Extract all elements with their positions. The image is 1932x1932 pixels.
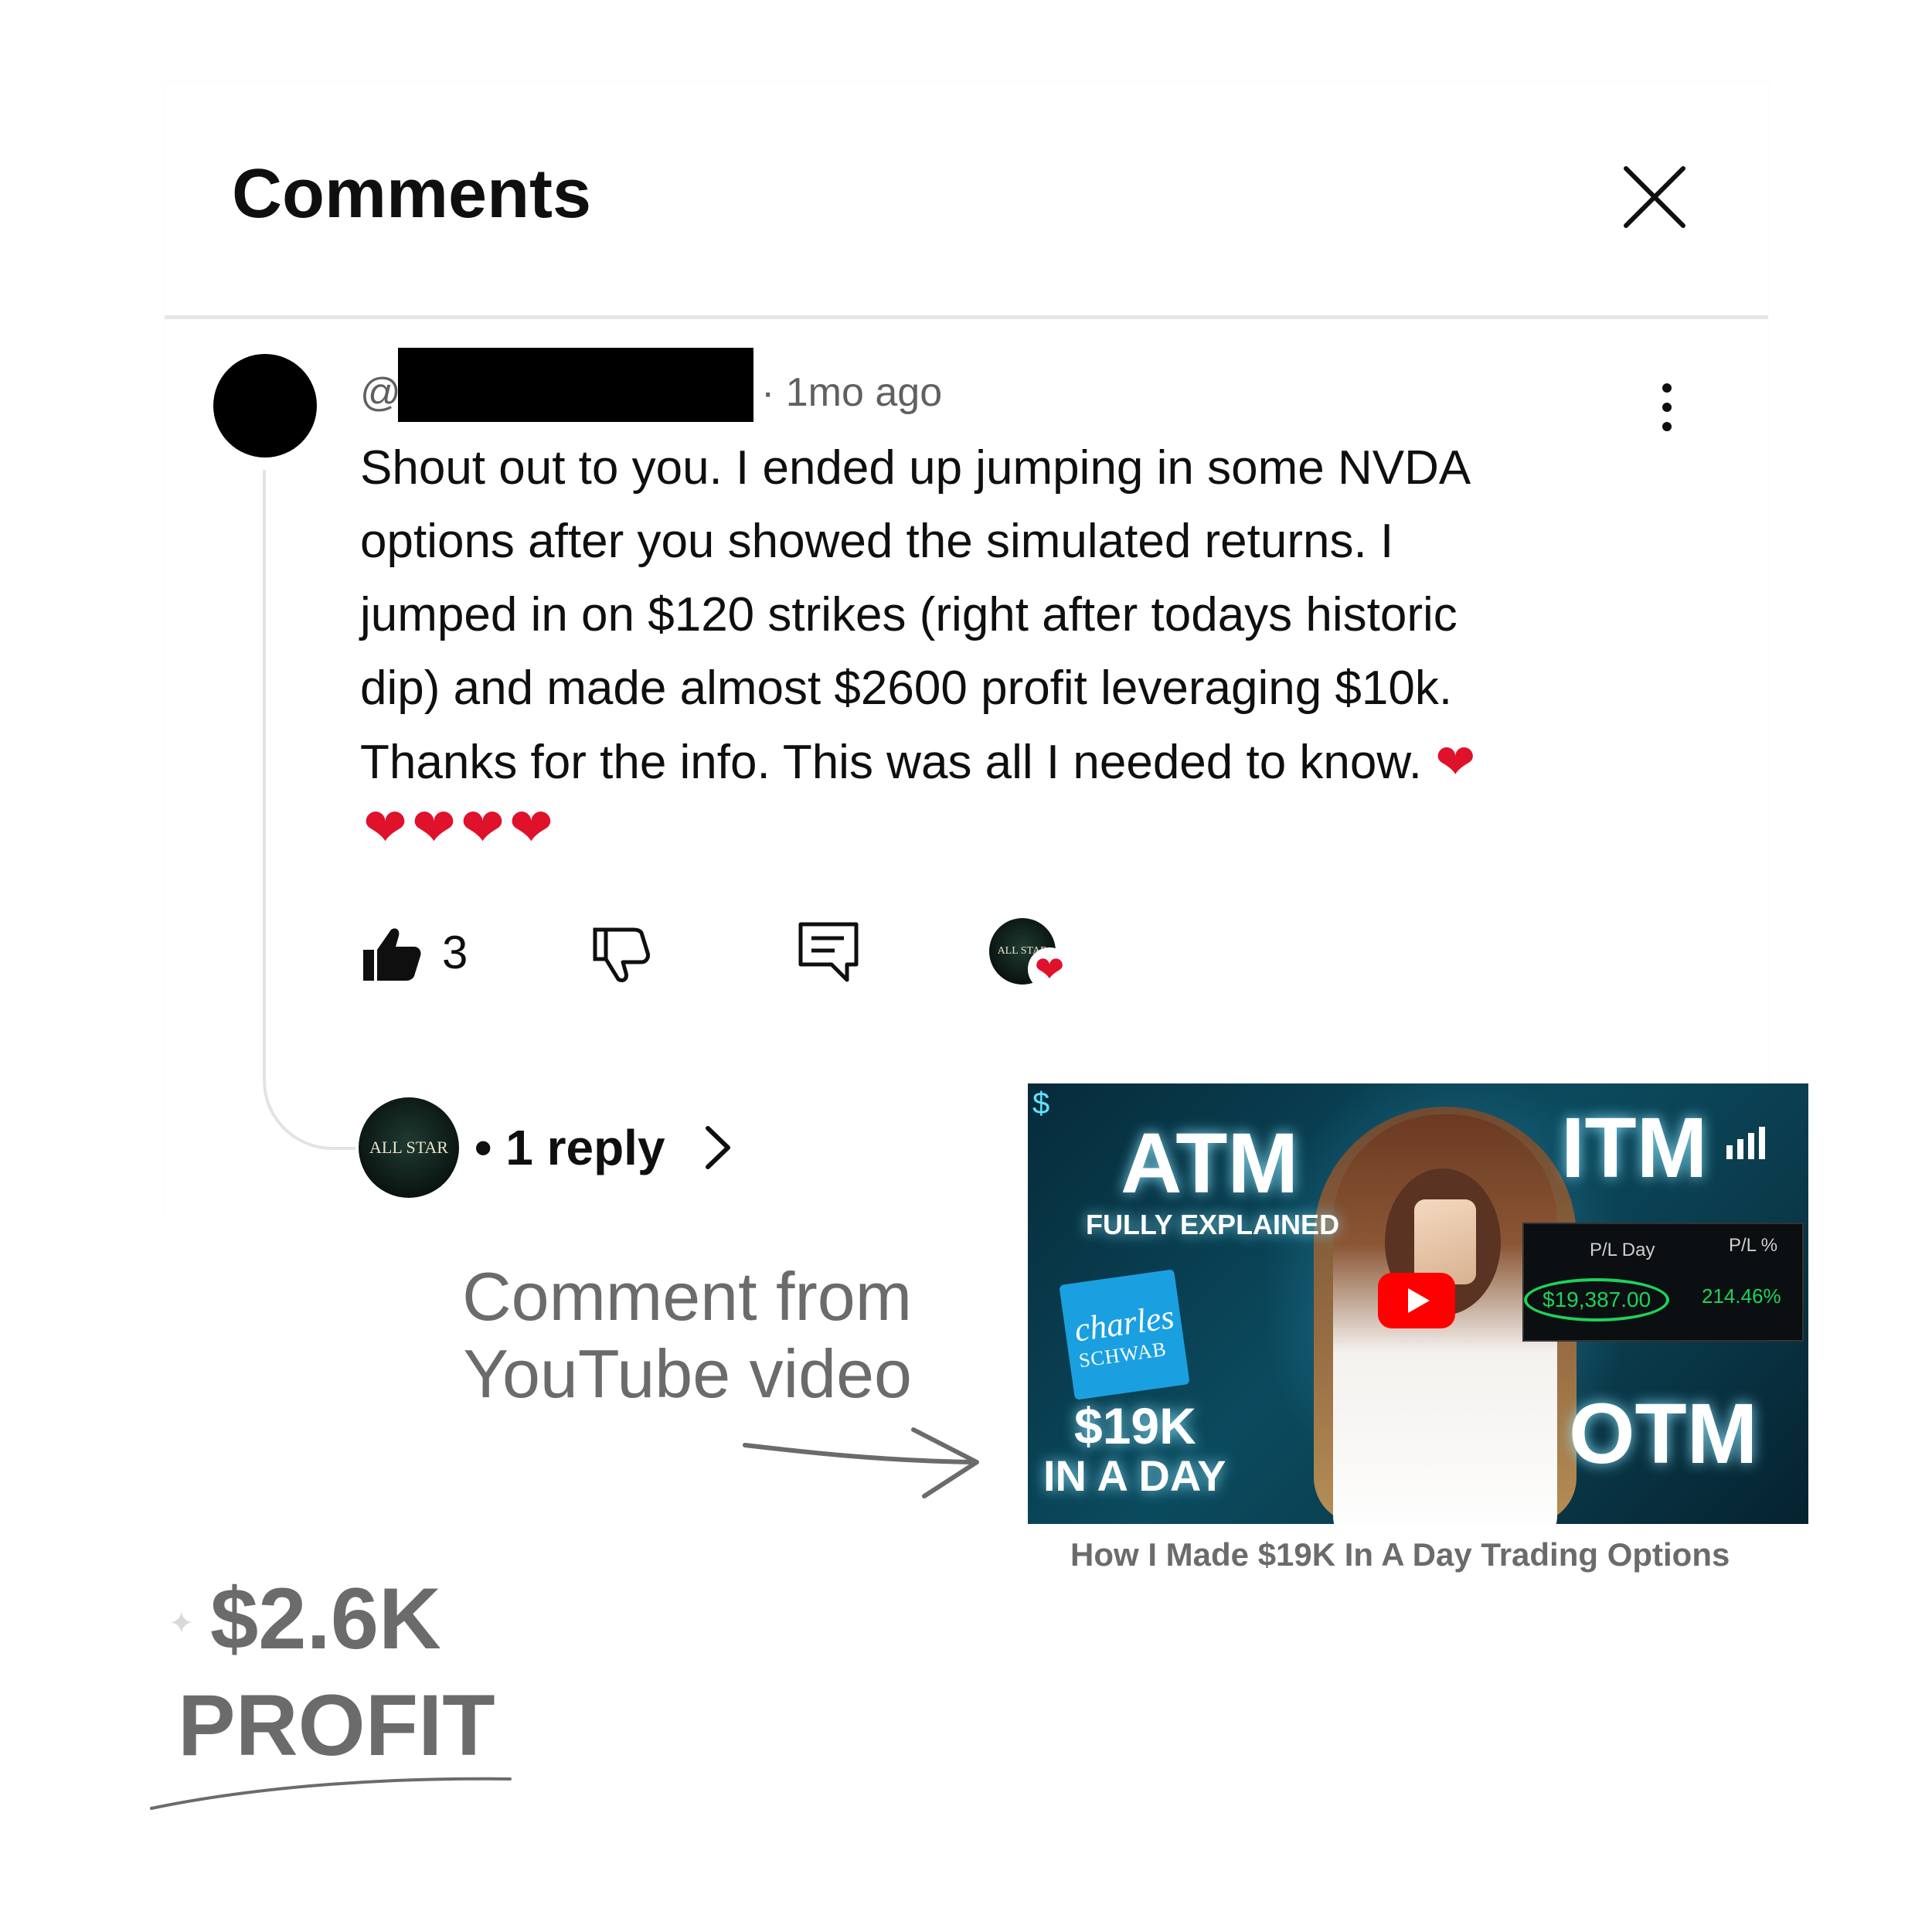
arrow-icon [743, 1427, 979, 1498]
thumbnail-amount: $19K [1074, 1397, 1196, 1454]
reply-count[interactable]: • 1 reply [474, 1119, 665, 1176]
thumbnail-itm: ITM [1561, 1100, 1708, 1196]
heart-emoji: ❤ [1435, 733, 1476, 790]
creator-avatar: ALL STAR [359, 1097, 459, 1198]
profit-amount: $2.6K [210, 1570, 441, 1667]
dollar-icon: $ [1032, 1087, 1050, 1121]
pl-day-value: $19,387.00 [1524, 1278, 1670, 1321]
schwab-logo: charles SCHWAB [1059, 1269, 1190, 1400]
sparkle-icon: ✦ [168, 1607, 195, 1641]
creator-heart-icon: ALL STAR ❤ [989, 918, 1074, 995]
comment-line: Shout out to you. I ended up jumping in … [360, 441, 1471, 495]
comment-line: options after you showed the simulated r… [360, 515, 1394, 568]
caption-line: YouTube video [463, 1335, 912, 1412]
thread-line [263, 470, 355, 1150]
more-vert-icon[interactable] [1648, 380, 1686, 434]
profit-label: PROFIT [178, 1677, 495, 1774]
annotation-caption: Comment from YouTube video [402, 1258, 912, 1413]
pl-day-label: P/L Day [1590, 1240, 1655, 1260]
comment-handle[interactable]: @ [360, 369, 401, 416]
chevron-right-icon[interactable] [699, 1121, 737, 1175]
comment-line: Thanks for the info. This was all I need… [360, 725, 1628, 799]
pl-panel: P/L Day P/L % $19,387.00 214.46% [1522, 1223, 1804, 1342]
pl-pct-value: 214.46% [1702, 1284, 1781, 1308]
panel-title: Comments [232, 155, 592, 233]
like-count: 3 [442, 927, 468, 978]
pl-pct-label: P/L % [1729, 1235, 1778, 1256]
heart-badge-icon: ❤ [1028, 947, 1071, 991]
header-divider [165, 315, 1768, 319]
video-title[interactable]: How I Made $19K In A Day Trading Options [1070, 1536, 1730, 1573]
comment-line: dip) and made almost $2600 profit levera… [360, 662, 1453, 715]
hearts-row: ❤❤❤❤ [363, 798, 558, 859]
close-icon[interactable] [1621, 164, 1688, 230]
comment-body: Shout out to you. I ended up jumping in … [360, 431, 1628, 799]
caption-line: Comment from [462, 1258, 912, 1335]
thumbnail-fully-explained: FULLY EXPLAINED [1086, 1209, 1340, 1240]
like-icon[interactable] [360, 923, 422, 985]
dislike-icon[interactable] [590, 923, 652, 985]
thumbnail-phone [1414, 1199, 1476, 1284]
thumbnail-in-a-day: IN A DAY [1043, 1451, 1226, 1500]
play-icon[interactable] [1378, 1273, 1455, 1328]
video-thumbnail[interactable]: $ ATM FULLY EXPLAINED ITM OTM charles SC… [1028, 1083, 1808, 1524]
commenter-avatar[interactable] [213, 354, 317, 457]
bar-chart-icon [1726, 1127, 1765, 1159]
reply-icon[interactable] [796, 920, 861, 985]
thumbnail-atm: ATM [1121, 1116, 1299, 1211]
comment-time: · 1mo ago [761, 370, 943, 415]
comment-line-text: Thanks for the info. This was all I need… [360, 736, 1422, 789]
underline-stroke [150, 1777, 512, 1810]
redacted-username [398, 348, 753, 422]
comment-line: jumped in on $120 strikes (right after t… [360, 588, 1458, 641]
thumbnail-otm: OTM [1569, 1386, 1758, 1481]
